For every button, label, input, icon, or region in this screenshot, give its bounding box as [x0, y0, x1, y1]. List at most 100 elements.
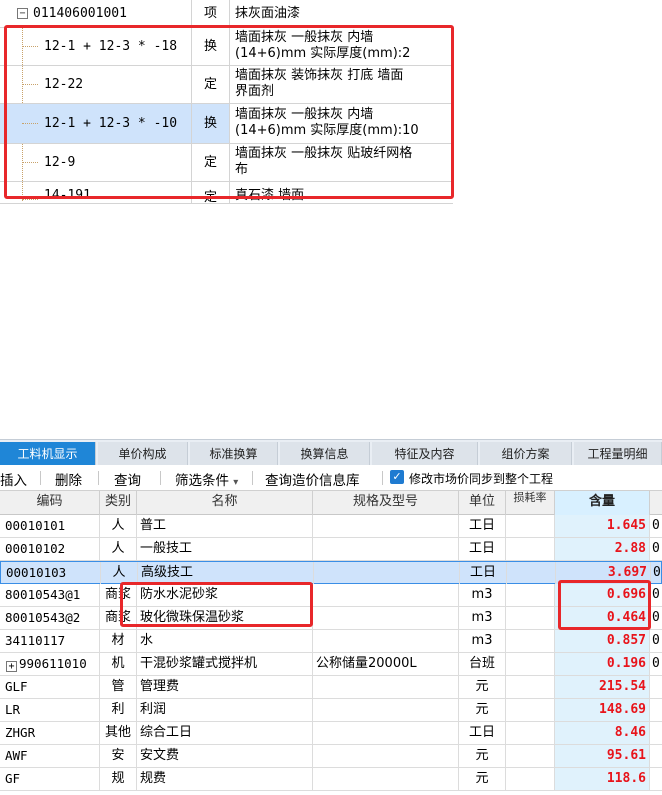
cell-spec — [313, 584, 459, 606]
tree-row-0[interactable]: − 011406001001 项 抹灰面油漆 — [0, 0, 453, 28]
tab-quantity-detail[interactable]: 工程量明细 — [574, 442, 662, 466]
cell-code: 34110117 — [0, 630, 100, 652]
table-row[interactable]: ZHGR 其他 综合工日 工日 8.46 — [0, 722, 662, 745]
cell-unit: 元 — [459, 768, 506, 790]
cell-name: 安文费 — [137, 745, 313, 767]
header-code[interactable]: 编码 — [0, 491, 100, 515]
tab-standard-conversion[interactable]: 标准换算 — [190, 442, 278, 466]
cell-amount[interactable]: 215.54 — [555, 676, 650, 698]
table-row[interactable]: 00010102 人 一般技工 工日 2.88 0 — [0, 538, 662, 561]
header-unit[interactable]: 单位 — [459, 491, 506, 515]
cell-amount[interactable]: 0.857 — [555, 630, 650, 652]
tab-unit-price-composition[interactable]: 单价构成 — [98, 442, 188, 466]
cell-spec — [313, 515, 459, 537]
tab-labor-material-machine[interactable]: 工料机显示 — [0, 442, 96, 466]
cell-amount[interactable]: 1.645 — [555, 515, 650, 537]
table-row[interactable]: AWF 安 安文费 元 95.61 — [0, 745, 662, 768]
cell-category: 机 — [100, 653, 137, 675]
table-row[interactable]: 00010101 人 普工 工日 1.645 0 — [0, 515, 662, 538]
tree-row-type: 项 — [192, 0, 230, 27]
header-name[interactable]: 名称 — [137, 491, 313, 515]
cell-spec — [313, 630, 459, 652]
tab-conversion-info[interactable]: 换算信息 — [280, 442, 370, 466]
expand-icon[interactable]: + — [6, 661, 17, 672]
table-row[interactable]: GLF 管 管理费 元 215.54 — [0, 676, 662, 699]
sync-market-price-checkbox[interactable]: ✓ — [390, 470, 404, 484]
header-category[interactable]: 类别 — [100, 491, 137, 515]
cell-loss-rate — [506, 722, 555, 744]
cell-category: 利 — [100, 699, 137, 721]
cell-spec — [313, 607, 459, 629]
price-info-query-button[interactable]: 查询造价信息库 — [265, 469, 360, 489]
collapse-icon[interactable]: − — [17, 8, 28, 19]
cell-unit: 工日 — [460, 562, 507, 584]
cell-loss-rate — [506, 584, 555, 606]
cell-next-column — [650, 745, 662, 767]
cell-amount[interactable]: 0.196 — [555, 653, 650, 675]
cell-name: 利润 — [137, 699, 313, 721]
table-row[interactable]: 34110117 材 水 m3 0.857 0 — [0, 630, 662, 653]
cell-code: 990611010 — [19, 656, 87, 671]
cell-next-column: 0 — [652, 656, 660, 671]
sync-market-price-label: 修改市场价同步到整个工程 — [409, 472, 554, 486]
cell-spec — [313, 676, 459, 698]
table-row[interactable]: GF 规 规费 元 118.6 — [0, 768, 662, 791]
cell-unit: 元 — [459, 745, 506, 767]
cell-loss-rate — [506, 676, 555, 698]
cell-unit: 工日 — [459, 538, 506, 560]
cell-code: LR — [0, 699, 100, 721]
cell-amount[interactable]: 2.88 — [555, 538, 650, 560]
cell-loss-rate — [506, 538, 555, 560]
cell-category: 人 — [100, 515, 137, 537]
cell-name: 水 — [137, 630, 313, 652]
cell-unit: 元 — [459, 676, 506, 698]
cell-next-column — [650, 722, 662, 744]
cell-next-column — [650, 768, 662, 790]
query-button[interactable]: 查询 — [114, 469, 141, 489]
cell-next-column: 0 — [653, 565, 661, 580]
cell-code: 00010101 — [0, 515, 100, 537]
cell-next-column: 0 — [652, 633, 660, 648]
cell-amount[interactable]: 95.61 — [555, 745, 650, 767]
cell-category: 管 — [100, 676, 137, 698]
highlight-box-mortar-names — [120, 582, 313, 627]
filter-dropdown[interactable]: 筛选条件 ▾ — [175, 469, 238, 489]
table-row[interactable]: +990611010 机 干混砂浆罐式搅拌机 公称储量20000L 台班 0.1… — [0, 653, 662, 676]
header-amount[interactable]: 含量 — [555, 491, 650, 515]
cell-amount[interactable]: 118.6 — [555, 768, 650, 790]
cell-amount[interactable]: 148.69 — [555, 699, 650, 721]
cell-code: 00010102 — [0, 538, 100, 560]
cell-code: GF — [0, 768, 100, 790]
filter-label: 筛选条件 — [175, 473, 229, 489]
cell-unit: 台班 — [459, 653, 506, 675]
cell-category: 其他 — [100, 722, 137, 744]
cell-loss-rate — [506, 630, 555, 652]
cell-unit: 元 — [459, 699, 506, 721]
cell-category: 安 — [100, 745, 137, 767]
cell-loss-rate — [507, 562, 556, 584]
cell-next-column — [650, 676, 662, 698]
cell-next-column: 0 — [652, 518, 660, 533]
header-spec[interactable]: 规格及型号 — [313, 491, 459, 515]
cell-name: 干混砂浆罐式搅拌机 — [137, 653, 313, 675]
cell-next-column: 0 — [652, 587, 660, 602]
delete-button[interactable]: 删除 — [55, 469, 82, 489]
grid-header: 编码 类别 名称 规格及型号 单位 损耗率 含量 — [0, 491, 662, 515]
insert-button[interactable]: 插入 — [0, 469, 27, 489]
table-row[interactable]: LR 利 利润 元 148.69 — [0, 699, 662, 722]
subitem-tree-grid: − 011406001001 项 抹灰面油漆 12-1 + 12-3 * -18… — [0, 0, 662, 207]
tab-pricing-scheme[interactable]: 组价方案 — [480, 442, 572, 466]
header-loss-rate[interactable]: 损耗率 — [506, 491, 555, 515]
cell-code: ZHGR — [0, 722, 100, 744]
cell-loss-rate — [506, 768, 555, 790]
cell-name: 一般技工 — [137, 538, 313, 560]
cell-code: AWF — [0, 745, 100, 767]
cell-loss-rate — [506, 745, 555, 767]
cell-code: GLF — [0, 676, 100, 698]
cell-loss-rate — [506, 515, 555, 537]
cell-spec: 公称储量20000L — [313, 653, 459, 675]
tree-row-code: 011406001001 — [33, 6, 127, 21]
cell-spec — [313, 538, 459, 560]
tab-features-content[interactable]: 特征及内容 — [372, 442, 478, 466]
cell-amount[interactable]: 8.46 — [555, 722, 650, 744]
